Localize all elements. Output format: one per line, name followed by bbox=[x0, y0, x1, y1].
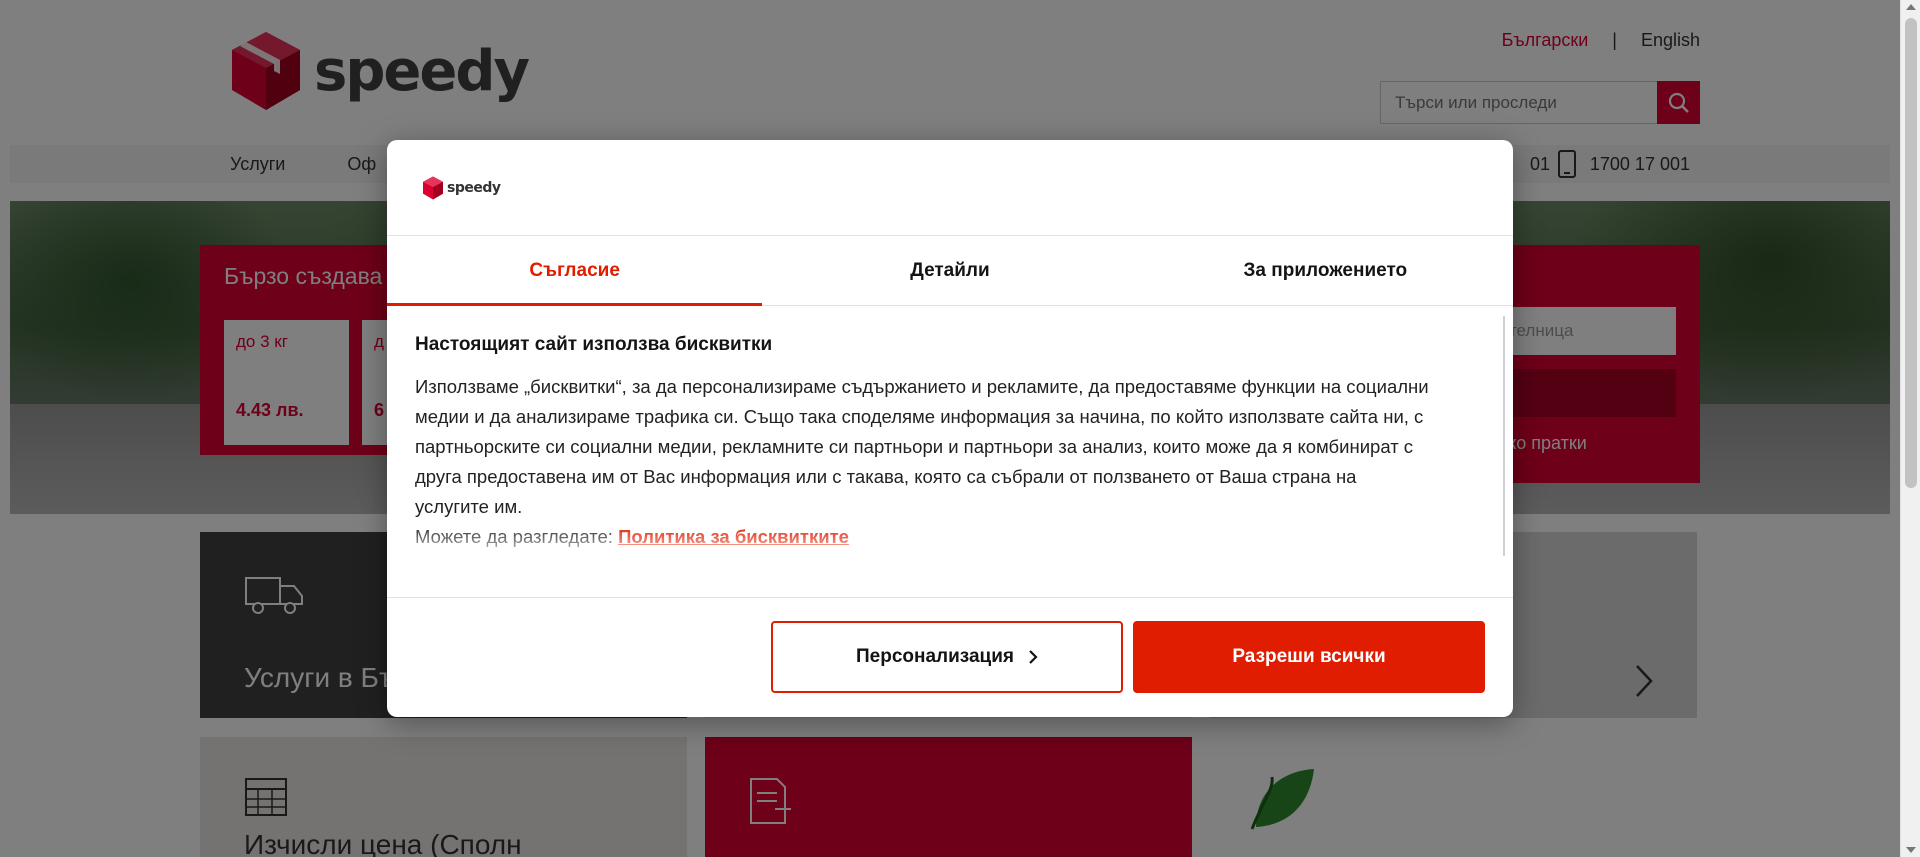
dialog-text: Използваме „бисквитки“, за да персонализ… bbox=[415, 376, 1429, 517]
chevron-right-icon bbox=[1029, 650, 1038, 664]
dialog-heading: Настоящият сайт използва бисквитки bbox=[415, 334, 773, 355]
dialog-header: speedy bbox=[387, 140, 1513, 236]
tab-about[interactable]: За приложението bbox=[1138, 236, 1513, 305]
cube-logo-icon bbox=[423, 176, 443, 199]
allow-all-button[interactable]: Разреши всички bbox=[1133, 621, 1485, 693]
customize-button-label: Персонализация bbox=[855, 646, 1014, 667]
tab-details[interactable]: Детайли bbox=[762, 236, 1137, 305]
scrollbar-thumb[interactable] bbox=[1905, 18, 1917, 488]
scroll-up-arrow-icon[interactable] bbox=[1906, 4, 1916, 10]
page-scrollbar[interactable] bbox=[1900, 0, 1920, 857]
cookie-policy-link[interactable]: Политика за бисквитките bbox=[618, 526, 849, 547]
customize-button[interactable]: Персонализация bbox=[771, 621, 1123, 693]
dialog-logo: speedy bbox=[423, 176, 501, 200]
dialog-brand-name: speedy bbox=[447, 179, 501, 196]
dialog-body[interactable]: Настоящият сайт използва бисквитки Изпол… bbox=[387, 306, 1513, 598]
dialog-footer: Персонализация Разреши всички bbox=[387, 598, 1513, 716]
dialog-tabs: Съгласие Детайли За приложението bbox=[387, 236, 1513, 306]
dialog-scrollbar[interactable] bbox=[1503, 316, 1505, 556]
scroll-down-arrow-icon[interactable] bbox=[1906, 847, 1916, 853]
tab-consent[interactable]: Съгласие bbox=[387, 236, 763, 306]
policy-line: Можете да разгледате: Политика за бискви… bbox=[415, 522, 1433, 552]
policy-prefix: Можете да разгледате: bbox=[415, 526, 619, 547]
cookie-consent-dialog: speedy Съгласие Детайли За приложението … bbox=[387, 140, 1513, 717]
